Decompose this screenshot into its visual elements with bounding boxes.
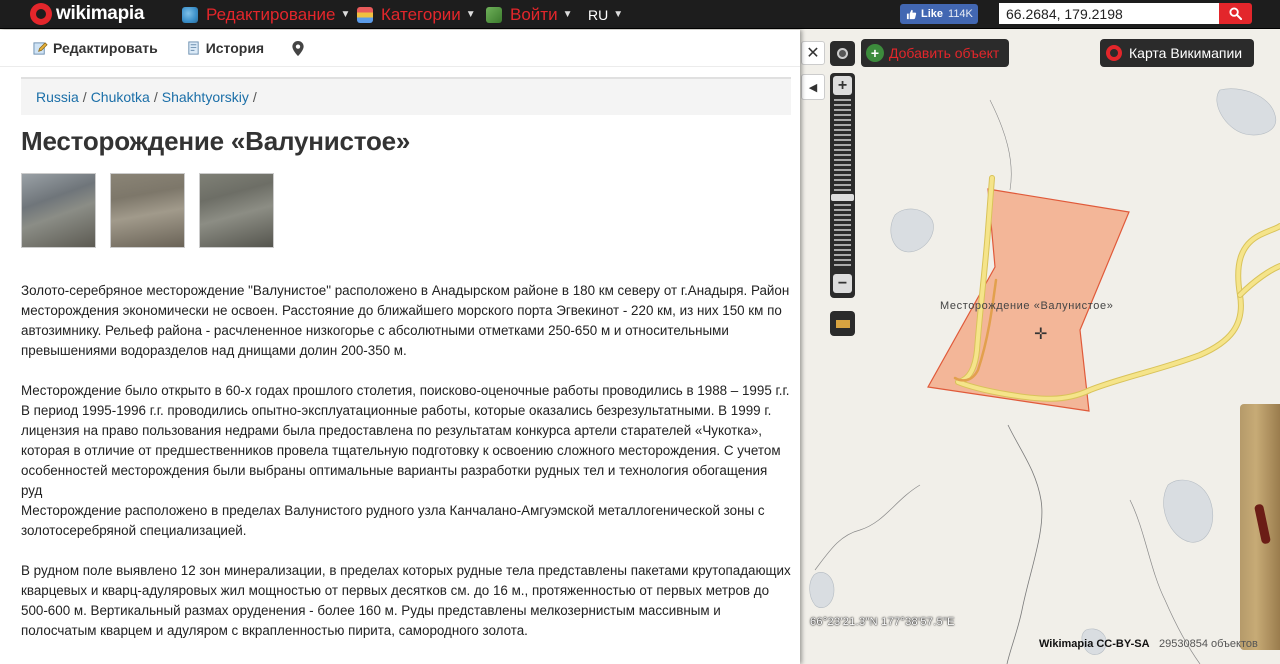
add-icon: +: [866, 44, 884, 62]
chevron-down-icon: ▼: [465, 9, 476, 20]
ruler-icon: [835, 319, 850, 328]
collapse-panel-button[interactable]: ◀: [801, 74, 825, 100]
wikimapia-map-label: Карта Викимапии: [1129, 45, 1243, 61]
language-selector[interactable]: RU ▼: [588, 0, 623, 29]
history-tab[interactable]: История: [186, 40, 264, 56]
panel-toolbar: Редактировать История: [0, 30, 800, 67]
panel-content: Russia / Chukotka / Shakhtyorskiy / Мест…: [21, 77, 791, 661]
logo-text: wikimapia: [56, 3, 145, 24]
lake: [890, 208, 934, 253]
wikimapia-logo-icon: [30, 3, 52, 25]
menu-categories[interactable]: Категории ▼: [357, 0, 476, 29]
lake: [809, 571, 835, 609]
map-view[interactable]: [800, 30, 1280, 664]
location-pin-icon: [292, 40, 304, 56]
map-attribution[interactable]: Wikimapia CC-BY-SA: [1039, 638, 1150, 650]
description-paragraph: Месторождение было открыто в 60-х годах …: [21, 383, 790, 538]
breadcrumb-link-shakhtyorskiy[interactable]: Shakhtyorskiy: [162, 89, 249, 105]
menu-login-label: Войти: [510, 4, 558, 24]
search-icon: [1229, 7, 1242, 20]
wikimapia-logo[interactable]: wikimapia: [30, 3, 144, 25]
my-location-button[interactable]: [830, 41, 855, 66]
photo-thumbnail[interactable]: [199, 173, 274, 248]
chevron-down-icon: ▼: [562, 9, 573, 20]
lake: [1163, 479, 1214, 543]
ruler-button[interactable]: [830, 311, 855, 336]
edit-globe-icon: [182, 6, 198, 23]
breadcrumb: Russia / Chukotka / Shakhtyorskiy /: [21, 77, 791, 115]
menu-edit[interactable]: Редактирование ▼: [182, 0, 350, 29]
login-icon: [486, 6, 502, 23]
map-feature-label[interactable]: Месторождение «Валунистое»: [940, 300, 1113, 312]
menu-categories-label: Категории: [381, 4, 461, 24]
history-tab-label: История: [205, 40, 265, 56]
breadcrumb-separator: /: [252, 89, 257, 105]
thumbs-up-icon: [906, 9, 917, 19]
add-object-label: Добавить объект: [889, 45, 1000, 61]
photo-thumbnail[interactable]: [21, 173, 96, 248]
zoom-in-button[interactable]: +: [833, 76, 852, 95]
page-title: Месторождение «Валунистое»: [21, 126, 411, 156]
edit-tab-label: Редактировать: [53, 40, 158, 56]
stream-line: [814, 484, 921, 571]
top-bar: wikimapia Редактирование ▼ Категории ▼ В…: [0, 0, 1280, 29]
breadcrumb-link-chukotka[interactable]: Chukotka: [91, 89, 150, 105]
zoom-slider-track[interactable]: [834, 99, 851, 269]
breadcrumb-separator: /: [82, 89, 87, 105]
photo-thumbnail[interactable]: [110, 173, 185, 248]
zoom-out-button[interactable]: −: [833, 274, 852, 293]
location-tab[interactable]: [292, 40, 309, 56]
chevron-left-icon: ◀: [808, 81, 818, 94]
menu-edit-label: Редактирование: [206, 4, 336, 24]
zoom-control: + −: [830, 73, 855, 298]
description-paragraph: Золото-серебряное месторождение "Валунис…: [21, 283, 790, 358]
fb-like-label: Like: [921, 8, 944, 20]
photo-gallery: [21, 173, 791, 248]
zoom-slider-handle[interactable]: [831, 194, 854, 201]
close-icon: ✕: [806, 45, 820, 62]
chevron-down-icon: ▼: [340, 9, 351, 20]
stream-line: [1006, 424, 1043, 664]
menu-login[interactable]: Войти ▼: [486, 0, 572, 29]
object-count: 29530854 объектов: [1159, 638, 1258, 650]
categories-icon: [357, 6, 373, 23]
add-object-button[interactable]: + Добавить объект: [861, 39, 1009, 67]
object-description: Золото-серебряное месторождение "Валунис…: [21, 281, 791, 641]
chevron-down-icon: ▼: [613, 9, 624, 20]
close-panel-button[interactable]: ✕: [801, 41, 825, 65]
fb-like-count: 114K: [948, 8, 973, 20]
language-label: RU: [588, 6, 609, 23]
lake: [1216, 88, 1277, 136]
map-canvas[interactable]: [800, 30, 1280, 664]
coordinates-search-input[interactable]: [999, 3, 1221, 24]
target-icon: [837, 48, 848, 59]
pencil-icon: [33, 41, 48, 56]
coordinates-readout: 66°23'21.3"N 177°38'57.5"E: [810, 616, 955, 628]
wikimapia-logo-icon: [1106, 45, 1122, 61]
facebook-like-button[interactable]: Like 114K: [900, 4, 978, 24]
breadcrumb-separator: /: [153, 89, 158, 105]
crosshair-icon: ✛: [1034, 326, 1048, 343]
description-paragraph: В рудном поле выявлено 12 зон минерализа…: [21, 563, 791, 638]
breadcrumb-link-russia[interactable]: Russia: [36, 89, 79, 105]
object-info-panel: Редактировать История Russia / Chukotka …: [0, 30, 800, 664]
edit-tab[interactable]: Редактировать: [33, 40, 158, 56]
wikimapia-map-button[interactable]: Карта Викимапии: [1100, 39, 1254, 67]
search-button[interactable]: [1219, 3, 1252, 24]
photo-preview-strip[interactable]: [1240, 404, 1280, 650]
history-icon: [186, 40, 201, 56]
